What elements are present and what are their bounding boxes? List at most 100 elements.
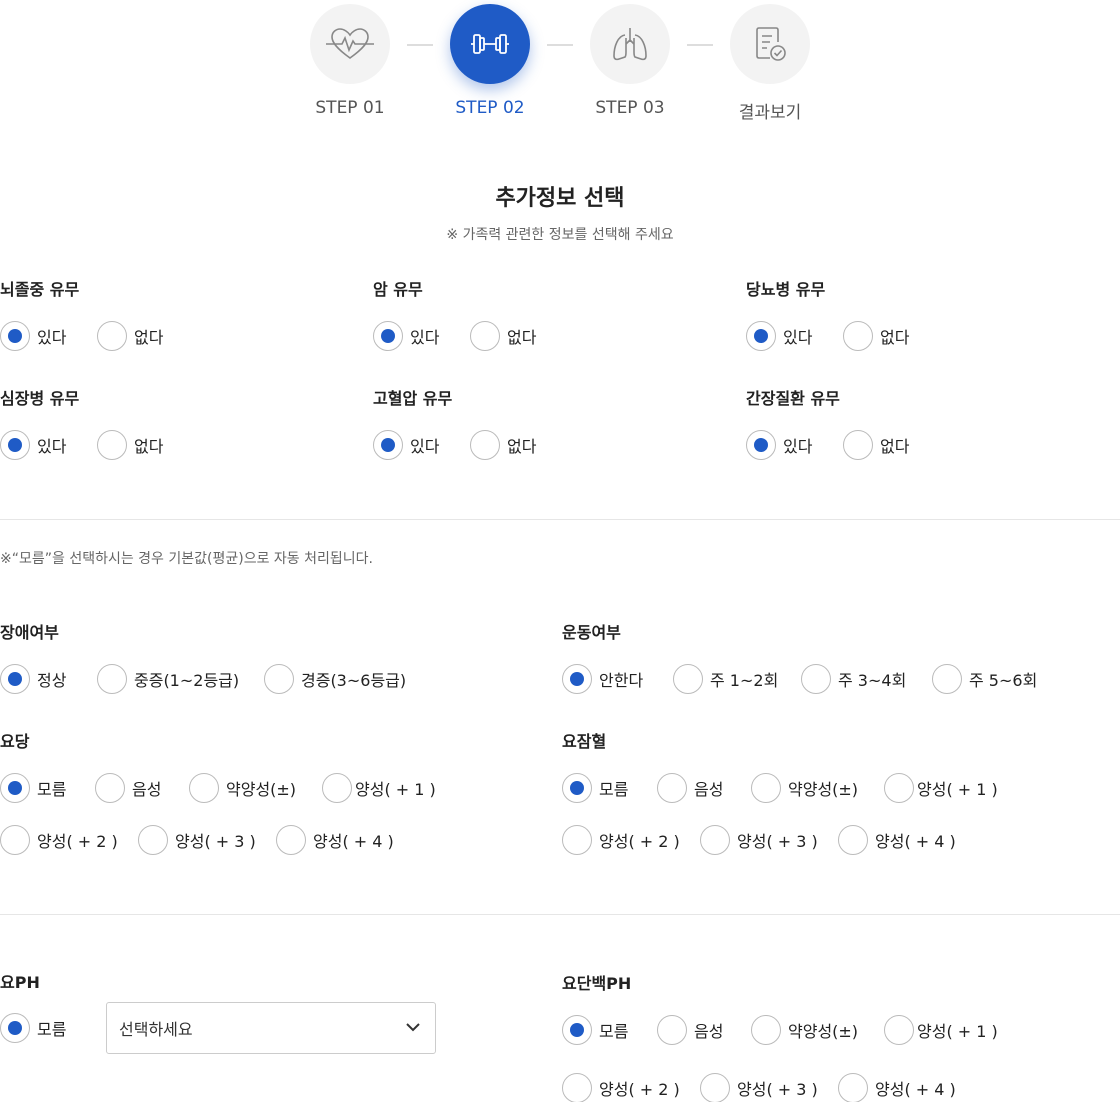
radio-button[interactable] — [0, 1013, 30, 1043]
radio-option-yes[interactable]: 있다 — [373, 429, 439, 461]
radio-option[interactable]: 음성 — [95, 772, 161, 804]
option-label: 양성( + 1 ) — [917, 780, 998, 799]
step-2-label: STEP 02 — [455, 98, 525, 118]
radio-button[interactable] — [276, 825, 306, 855]
radio-option[interactable]: 양성( + 2 ) — [562, 1072, 680, 1102]
radio-button[interactable] — [97, 430, 127, 460]
urine-blood-group: 요잠혈 모름 음성 약양성(±) 양성( + 1 ) 양성( + 2 ) 양성(… — [562, 731, 1120, 855]
radio-button[interactable] — [700, 825, 730, 855]
group-label: 장애여부 — [0, 623, 59, 642]
radio-button[interactable] — [843, 321, 873, 351]
radio-option[interactable]: 양성( + 3 ) — [700, 1072, 818, 1102]
radio-option-no[interactable]: 없다 — [843, 429, 909, 461]
radio-button[interactable] — [322, 773, 352, 803]
radio-option-yes[interactable]: 있다 — [746, 429, 812, 461]
option-label: 없다 — [507, 328, 537, 347]
radio-option-no[interactable]: 없다 — [470, 320, 536, 352]
radio-option-no[interactable]: 없다 — [97, 429, 163, 461]
radio-button[interactable] — [97, 664, 127, 694]
radio-button[interactable] — [562, 1073, 592, 1102]
radio-option[interactable]: 모름 — [0, 1012, 66, 1044]
radio-option[interactable]: 양성( + 1 ) — [884, 1014, 998, 1046]
option-label: 없다 — [880, 328, 910, 347]
radio-button[interactable] — [838, 1073, 868, 1102]
radio-button[interactable] — [843, 430, 873, 460]
radio-button[interactable] — [189, 773, 219, 803]
radio-option[interactable]: 주 1~2회 — [673, 663, 778, 695]
radio-button[interactable] — [746, 430, 776, 460]
radio-button[interactable] — [884, 1015, 914, 1045]
radio-button[interactable] — [751, 1015, 781, 1045]
radio-option-no[interactable]: 없다 — [97, 320, 163, 352]
radio-button[interactable] — [0, 430, 30, 460]
radio-button[interactable] — [657, 773, 687, 803]
radio-button[interactable] — [373, 321, 403, 351]
option-label: 양성( + 4 ) — [875, 1080, 956, 1099]
radio-option[interactable]: 양성( + 4 ) — [838, 1072, 956, 1102]
radio-option[interactable]: 양성( + 2 ) — [0, 824, 118, 856]
radio-option[interactable]: 주 5~6회 — [932, 663, 1037, 695]
radio-option[interactable]: 양성( + 1 ) — [884, 772, 998, 804]
radio-option-yes[interactable]: 있다 — [373, 320, 439, 352]
radio-button[interactable] — [0, 321, 30, 351]
lungs-icon — [613, 28, 647, 61]
radio-button[interactable] — [470, 321, 500, 351]
radio-button[interactable] — [746, 321, 776, 351]
radio-button[interactable] — [0, 664, 30, 694]
radio-button[interactable] — [264, 664, 294, 694]
radio-option[interactable]: 약양성(±) — [751, 1014, 858, 1046]
radio-button[interactable] — [884, 773, 914, 803]
radio-button[interactable] — [932, 664, 962, 694]
radio-option[interactable]: 양성( + 2 ) — [562, 824, 680, 856]
radio-button[interactable] — [373, 430, 403, 460]
radio-button[interactable] — [838, 825, 868, 855]
radio-option[interactable]: 모름 — [562, 1014, 628, 1046]
option-label: 양성( + 4 ) — [875, 832, 956, 851]
radio-button[interactable] — [138, 825, 168, 855]
radio-button[interactable] — [751, 773, 781, 803]
radio-button[interactable] — [673, 664, 703, 694]
radio-option-no[interactable]: 없다 — [843, 320, 909, 352]
radio-button[interactable] — [700, 1073, 730, 1102]
radio-button[interactable] — [95, 773, 125, 803]
radio-option[interactable]: 안한다 — [562, 663, 643, 695]
radio-option[interactable]: 음성 — [657, 1014, 723, 1046]
radio-option[interactable]: 약양성(±) — [751, 772, 858, 804]
radio-button[interactable] — [0, 825, 30, 855]
step-3[interactable]: STEP 03 — [590, 4, 670, 118]
radio-option[interactable]: 양성( + 3 ) — [700, 824, 818, 856]
radio-option[interactable]: 양성( + 4 ) — [276, 824, 394, 856]
radio-option-yes[interactable]: 있다 — [746, 320, 812, 352]
radio-button[interactable] — [562, 664, 592, 694]
radio-option-yes[interactable]: 있다 — [0, 429, 66, 461]
radio-option[interactable]: 양성( + 3 ) — [138, 824, 256, 856]
radio-option[interactable]: 모름 — [0, 772, 66, 804]
radio-option[interactable]: 중증(1~2등급) — [97, 663, 239, 695]
option-label: 모름 — [37, 780, 67, 799]
radio-button[interactable] — [470, 430, 500, 460]
radio-option-yes[interactable]: 있다 — [0, 320, 66, 352]
step-result[interactable]: 결과보기 — [730, 4, 810, 123]
radio-button[interactable] — [0, 773, 30, 803]
radio-button[interactable] — [97, 321, 127, 351]
step-2[interactable]: STEP 02 — [450, 4, 530, 118]
radio-option[interactable]: 음성 — [657, 772, 723, 804]
radio-button[interactable] — [801, 664, 831, 694]
radio-option-no[interactable]: 없다 — [470, 429, 536, 461]
option-label: 양성( + 4 ) — [313, 832, 394, 851]
radio-button[interactable] — [562, 1015, 592, 1045]
step-1[interactable]: STEP 01 — [310, 4, 390, 118]
radio-option[interactable]: 주 3~4회 — [801, 663, 906, 695]
radio-option[interactable]: 양성( + 1 ) — [322, 772, 436, 804]
step-connector — [687, 44, 713, 46]
radio-button[interactable] — [657, 1015, 687, 1045]
radio-button[interactable] — [562, 773, 592, 803]
radio-button[interactable] — [562, 825, 592, 855]
radio-option[interactable]: 정상 — [0, 663, 66, 695]
radio-option[interactable]: 모름 — [562, 772, 628, 804]
radio-option[interactable]: 약양성(±) — [189, 772, 296, 804]
option-label: 약양성(±) — [788, 780, 859, 799]
radio-option[interactable]: 경증(3~6등급) — [264, 663, 406, 695]
radio-option[interactable]: 양성( + 4 ) — [838, 824, 956, 856]
urine-ph-select[interactable]: 선택하세요 — [106, 1002, 436, 1054]
